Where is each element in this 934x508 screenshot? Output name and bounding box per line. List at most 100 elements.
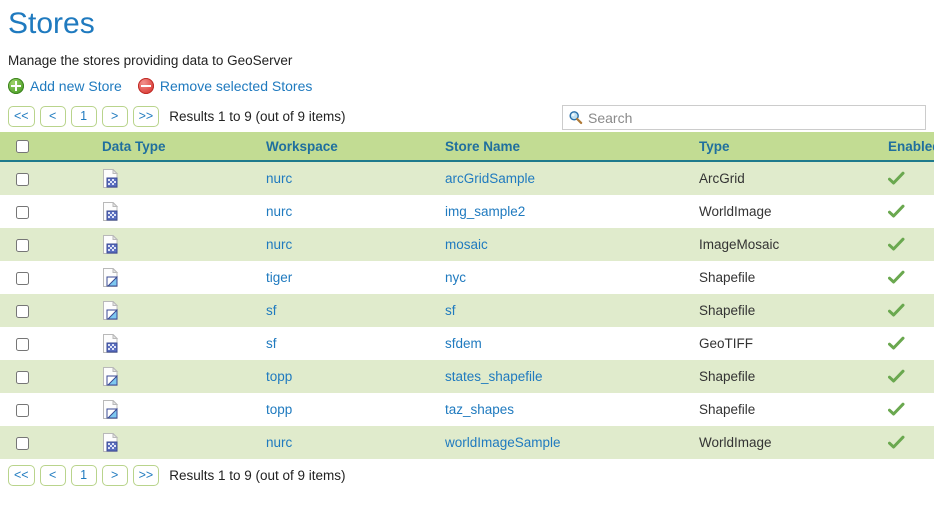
header-row: Data Type Workspace Store Name Type Enab… xyxy=(0,132,934,161)
store-name-cell: taz_shapes xyxy=(431,393,685,426)
header-type[interactable]: Type xyxy=(685,132,874,161)
workspace-link[interactable]: topp xyxy=(266,369,292,384)
workspace-link[interactable]: nurc xyxy=(266,237,292,252)
results-count-bottom: Results 1 to 9 (out of 9 items) xyxy=(169,468,345,483)
bottom-toolbar: << < 1 > >> Results 1 to 9 (out of 9 ite… xyxy=(0,459,934,489)
store-name-link[interactable]: sf xyxy=(445,303,456,318)
table-row: sf sf Shapefile xyxy=(0,294,934,327)
pager-page-1-button-bottom[interactable]: 1 xyxy=(71,465,97,486)
row-select-checkbox[interactable] xyxy=(16,272,29,285)
search-input[interactable] xyxy=(588,110,920,126)
pager-first-button[interactable]: << xyxy=(8,106,35,127)
header-select-all xyxy=(0,132,56,161)
store-name-link[interactable]: worldImageSample xyxy=(445,435,561,450)
row-select-cell xyxy=(0,327,56,360)
search-box[interactable] xyxy=(562,105,926,130)
action-links: Add new Store Remove selected Stores xyxy=(0,72,934,102)
store-type-cell: ArcGrid xyxy=(685,161,874,195)
pager-prev-button-bottom[interactable]: < xyxy=(40,465,66,486)
workspace-link[interactable]: sf xyxy=(266,336,277,351)
workspace-cell: sf xyxy=(252,327,431,360)
header-workspace[interactable]: Workspace xyxy=(252,132,431,161)
enabled-cell xyxy=(874,261,934,294)
store-name-link[interactable]: states_shapefile xyxy=(445,369,543,384)
enabled-cell xyxy=(874,360,934,393)
data-type-cell xyxy=(56,426,252,459)
header-store-name[interactable]: Store Name xyxy=(431,132,685,161)
data-type-cell xyxy=(56,195,252,228)
pager-last-button-bottom[interactable]: >> xyxy=(133,465,160,486)
workspace-cell: nurc xyxy=(252,228,431,261)
workspace-link[interactable]: sf xyxy=(266,303,277,318)
workspace-link[interactable]: nurc xyxy=(266,435,292,450)
store-name-link[interactable]: taz_shapes xyxy=(445,402,514,417)
header-enabled[interactable]: Enabled? xyxy=(874,132,934,161)
table-row: tigernycShapefile xyxy=(0,261,934,294)
store-name-link[interactable]: mosaic xyxy=(445,237,488,252)
workspace-link[interactable]: nurc xyxy=(266,204,292,219)
workspace-link[interactable]: topp xyxy=(266,402,292,417)
workspace-cell: nurc xyxy=(252,426,431,459)
store-name-cell: arcGridSample xyxy=(431,161,685,195)
store-name-link[interactable]: img_sample2 xyxy=(445,204,525,219)
row-select-cell xyxy=(0,360,56,393)
store-type-cell: Shapefile xyxy=(685,294,874,327)
row-select-checkbox[interactable] xyxy=(16,206,29,219)
row-select-cell xyxy=(0,294,56,327)
raster-store-icon xyxy=(102,334,119,353)
pager-last-button[interactable]: >> xyxy=(133,106,160,127)
row-select-checkbox[interactable] xyxy=(16,338,29,351)
row-select-checkbox[interactable] xyxy=(16,404,29,417)
enabled-cell xyxy=(874,426,934,459)
enabled-check-icon xyxy=(888,336,905,351)
pager-first-button-bottom[interactable]: << xyxy=(8,465,35,486)
data-type-cell xyxy=(56,228,252,261)
row-select-cell xyxy=(0,261,56,294)
store-name-cell: nyc xyxy=(431,261,685,294)
table-row: nurc arcGridSample ArcGrid xyxy=(0,161,934,195)
store-type-cell: Shapefile xyxy=(685,360,874,393)
table-row: topp states_shapefile Shapefile xyxy=(0,360,934,393)
enabled-check-icon xyxy=(888,369,905,384)
store-name-cell: mosaic xyxy=(431,228,685,261)
vector-store-icon xyxy=(102,400,119,419)
select-all-checkbox[interactable] xyxy=(16,140,29,153)
pager-page-1-button[interactable]: 1 xyxy=(71,106,97,127)
enabled-check-icon xyxy=(888,303,905,318)
add-new-store-button[interactable]: Add new Store xyxy=(8,76,122,96)
header-data-type[interactable]: Data Type xyxy=(56,132,252,161)
store-type-cell: WorldImage xyxy=(685,426,874,459)
row-select-checkbox[interactable] xyxy=(16,173,29,186)
pager-next-button-bottom[interactable]: > xyxy=(102,465,128,486)
stores-table-body: nurc arcGridSample ArcGrid nurc img_sample2 W… xyxy=(0,161,934,459)
workspace-link[interactable]: nurc xyxy=(266,171,292,186)
store-name-link[interactable]: arcGridSample xyxy=(445,171,535,186)
stores-table-header: Data Type Workspace Store Name Type Enab… xyxy=(0,132,934,161)
vector-store-icon xyxy=(102,367,119,386)
row-select-cell xyxy=(0,228,56,261)
vector-store-icon xyxy=(102,268,119,287)
store-name-link[interactable]: nyc xyxy=(445,270,466,285)
page-title: Stores xyxy=(0,0,934,44)
data-type-cell xyxy=(56,294,252,327)
store-name-cell: states_shapefile xyxy=(431,360,685,393)
pager-next-button[interactable]: > xyxy=(102,106,128,127)
remove-selected-stores-button[interactable]: Remove selected Stores xyxy=(138,76,313,96)
store-name-cell: sf xyxy=(431,294,685,327)
row-select-cell xyxy=(0,393,56,426)
pager-prev-button[interactable]: < xyxy=(40,106,66,127)
enabled-cell xyxy=(874,195,934,228)
enabled-check-icon xyxy=(888,237,905,252)
data-type-cell xyxy=(56,393,252,426)
store-name-link[interactable]: sfdem xyxy=(445,336,482,351)
workspace-link[interactable]: tiger xyxy=(266,270,292,285)
table-row: sfsfdemGeoTIFF xyxy=(0,327,934,360)
stores-table: Data Type Workspace Store Name Type Enab… xyxy=(0,132,934,459)
row-select-checkbox[interactable] xyxy=(16,239,29,252)
row-select-checkbox[interactable] xyxy=(16,371,29,384)
row-select-checkbox[interactable] xyxy=(16,305,29,318)
row-select-checkbox[interactable] xyxy=(16,437,29,450)
workspace-cell: sf xyxy=(252,294,431,327)
enabled-cell xyxy=(874,294,934,327)
enabled-cell xyxy=(874,327,934,360)
